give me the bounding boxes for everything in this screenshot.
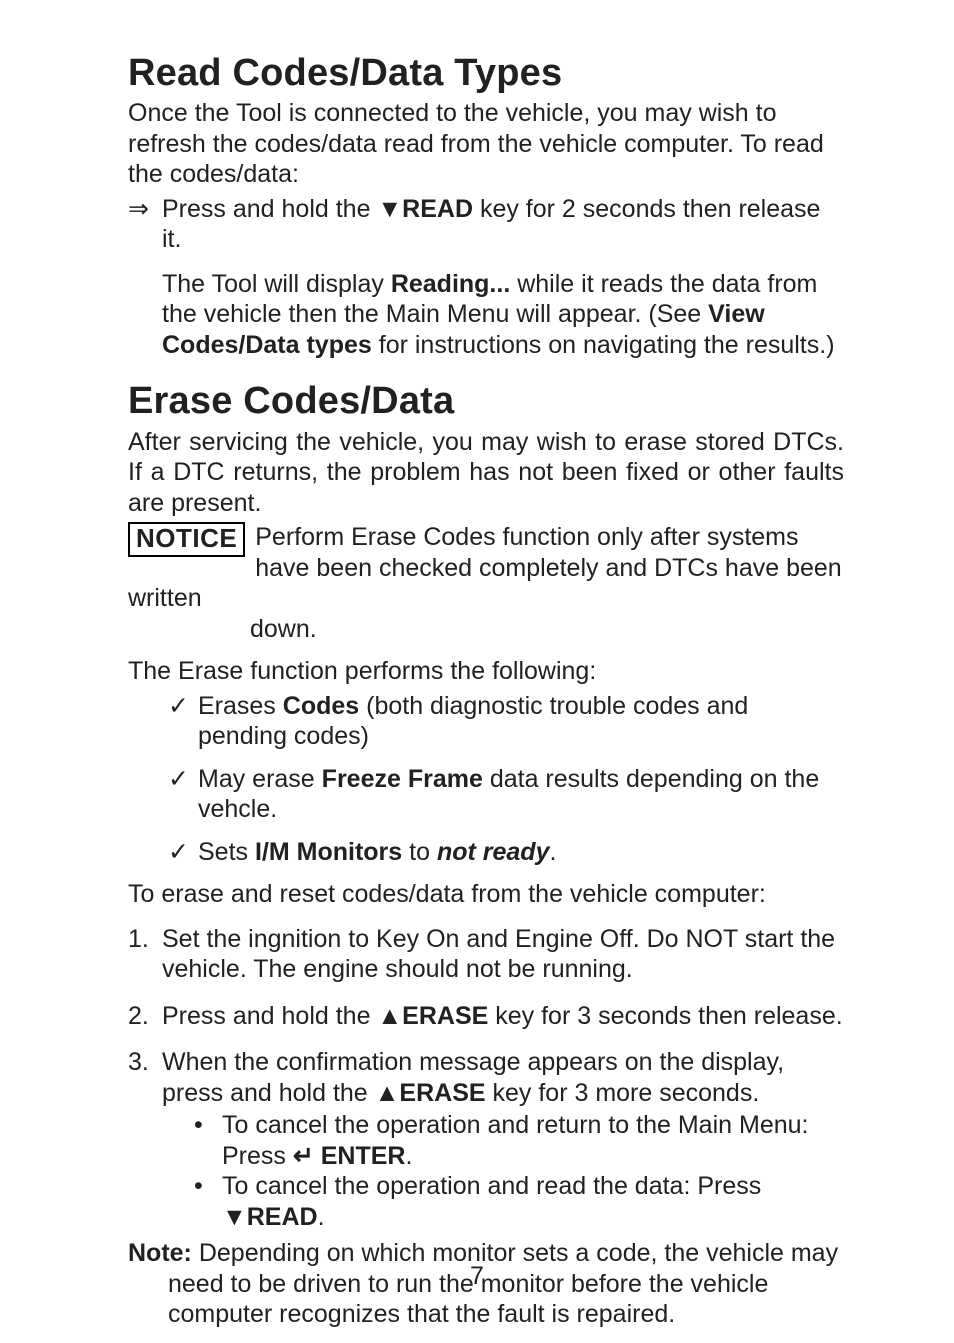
triangle-down-icon: ▼ <box>222 1203 247 1231</box>
triangle-up-icon: ▲ <box>375 1079 400 1107</box>
list-text: When the confirmation message appears on… <box>162 1047 844 1232</box>
text-fragment: Sets <box>198 838 255 866</box>
key-label: READ <box>247 1203 318 1231</box>
text-fragment: key for 3 more seconds. <box>486 1079 760 1107</box>
text-fragment: . <box>549 838 556 866</box>
notice-block: NOTICE Perform Erase Codes function only… <box>128 522 844 644</box>
list-item: 2. Press and hold the ▲ERASE key for 3 s… <box>128 1001 844 1032</box>
check-list: ✓ Erases Codes (both diagnostic trouble … <box>168 691 844 868</box>
list-number: 2. <box>128 1001 162 1032</box>
text-fragment: Press and hold the <box>162 195 377 223</box>
check-icon: ✓ <box>168 691 198 752</box>
bold-text: Codes <box>283 692 359 720</box>
check-icon: ✓ <box>168 837 198 868</box>
check-item: ✓ Erases Codes (both diagnostic trouble … <box>168 691 844 752</box>
erase-intro: The Erase function performs the followin… <box>128 656 844 687</box>
sub-bullet-list: • To cancel the operation and return to … <box>162 1110 844 1232</box>
section-heading-erase-codes: Erase Codes/Data <box>128 378 844 424</box>
text-fragment: Erases <box>198 692 283 720</box>
bold-text: Freeze Frame <box>322 765 483 793</box>
bullet-icon: • <box>194 1171 222 1232</box>
enter-arrow-icon: ↵ <box>293 1142 314 1170</box>
triangle-down-icon: ▼ <box>377 195 402 223</box>
instruction-detail: The Tool will display Reading... while i… <box>162 269 844 361</box>
sub-bullet-text: To cancel the operation and read the dat… <box>222 1171 844 1232</box>
notice-label-box: NOTICE <box>128 522 245 557</box>
bold-text: Reading... <box>391 270 510 298</box>
instruction-arrow-item: ⇒ Press and hold the ▼READ key for 2 sec… <box>128 194 844 255</box>
check-item: ✓ May erase Freeze Frame data results de… <box>168 764 844 825</box>
key-label: ERASE <box>399 1079 485 1107</box>
bold-text: I/M Monitors <box>255 838 402 866</box>
list-text: Press and hold the ▲ERASE key for 3 seco… <box>162 1001 843 1032</box>
list-text: Set the ingnition to Key On and Engine O… <box>162 924 844 985</box>
instruction-lead: To erase and reset codes/data from the v… <box>128 879 844 910</box>
sub-bullet-item: • To cancel the operation and read the d… <box>194 1171 844 1232</box>
notice-text-cont: down. <box>250 614 844 645</box>
check-text: Sets I/M Monitors to not ready. <box>198 837 556 868</box>
text-fragment: to <box>402 838 437 866</box>
text-fragment: key for 3 seconds then release. <box>488 1002 842 1030</box>
instruction-text: Press and hold the ▼READ key for 2 secon… <box>162 194 844 255</box>
list-item: 3. When the confirmation message appears… <box>128 1047 844 1232</box>
check-item: ✓ Sets I/M Monitors to not ready. <box>168 837 844 868</box>
triangle-up-icon: ▲ <box>377 1002 402 1030</box>
sub-bullet-item: • To cancel the operation and return to … <box>194 1110 844 1171</box>
bullet-icon: • <box>194 1110 222 1171</box>
list-number: 1. <box>128 924 162 985</box>
text-fragment: . <box>406 1142 413 1170</box>
text-fragment: May erase <box>198 765 322 793</box>
key-label: ERASE <box>402 1002 488 1030</box>
text-fragment: To cancel the operation and read the dat… <box>222 1172 761 1200</box>
list-item: 1. Set the ingnition to Key On and Engin… <box>128 924 844 985</box>
arrow-right-double-icon: ⇒ <box>128 194 162 255</box>
section-heading-read-codes: Read Codes/Data Types <box>128 50 844 96</box>
sub-bullet-text: To cancel the operation and return to th… <box>222 1110 844 1171</box>
text-fragment: for instructions on navigating the resul… <box>372 331 835 359</box>
document-page: Read Codes/Data Types Once the Tool is c… <box>0 0 954 1343</box>
check-text: May erase Freeze Frame data results depe… <box>198 764 844 825</box>
text-fragment: . <box>318 1203 325 1231</box>
page-number: 7 <box>0 1261 954 1292</box>
section-intro: Once the Tool is connected to the vehicl… <box>128 98 844 190</box>
section-intro: After servicing the vehicle, you may wis… <box>128 427 844 519</box>
key-label: READ <box>402 195 473 223</box>
key-label: ENTER <box>314 1142 406 1170</box>
check-icon: ✓ <box>168 764 198 825</box>
text-fragment: The Tool will display <box>162 270 391 298</box>
list-number: 3. <box>128 1047 162 1232</box>
check-text: Erases Codes (both diagnostic trouble co… <box>198 691 844 752</box>
numbered-list: 1. Set the ingnition to Key On and Engin… <box>128 924 844 1233</box>
text-fragment: Press and hold the <box>162 1002 377 1030</box>
bold-italic-text: not ready <box>437 838 550 866</box>
